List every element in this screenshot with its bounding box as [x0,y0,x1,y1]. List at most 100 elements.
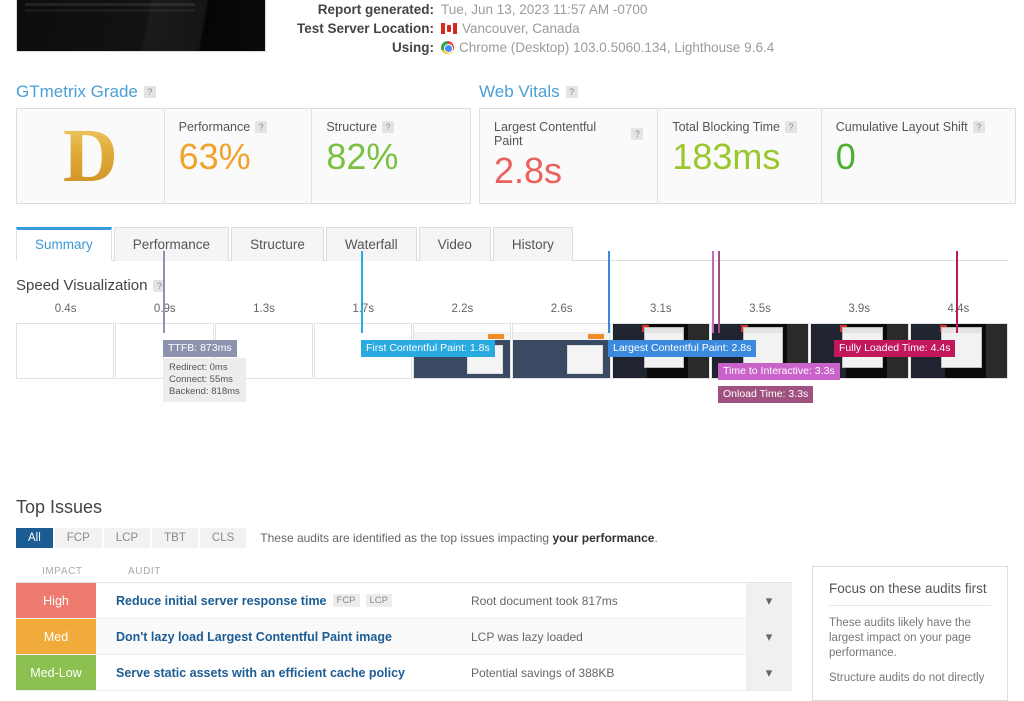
help-icon[interactable]: ? [255,121,268,133]
impact-badge: Med [16,619,96,654]
tab-history[interactable]: History [492,227,573,261]
structure-value: 82% [326,136,399,177]
meta-value: Chrome (Desktop) 103.0.5060.134, Lightho… [441,38,774,57]
filmstrip-frame [512,323,611,379]
marker-line-ttfb [163,251,165,333]
top-issues-title: Top Issues [16,497,103,517]
audit-cell: Reduce initial server response time FCP … [96,583,471,618]
meta-value: Vancouver, Canada [441,19,580,38]
ttfb-backend: Backend: 818ms [169,386,240,397]
note-suffix: . [654,531,658,545]
audit-link[interactable]: Serve static assets with an efficient ca… [116,666,405,680]
focus-audits-panel: Focus on these audits first These audits… [812,566,1008,701]
help-icon[interactable]: ? [143,86,156,98]
audit-cell: Serve static assets with an efficient ca… [96,655,471,690]
help-icon[interactable]: ? [785,121,798,133]
table-row[interactable]: Med Don't lazy load Largest Contentful P… [16,619,792,655]
gtmetrix-grade-label: GTmetrix Grade [16,82,138,101]
performance-value: 63% [178,136,251,177]
tbt-value: 183ms [672,136,781,177]
performance-label-row: Performance ? [179,120,298,134]
audit-tag-fcp: FCP [332,594,360,607]
marker-line-onload [718,251,720,333]
badge-fcp[interactable]: First Contentful Paint: 1.8s [361,340,495,357]
cls-label: Cumulative Layout Shift [835,120,968,134]
tbt-label-row: Total Blocking Time ? [672,120,806,134]
table-row[interactable]: Med-Low Serve static assets with an effi… [16,655,792,691]
grade-cell: D [17,109,165,203]
report-generated-value: Tue, Jun 13, 2023 11:57 AM -0700 [441,2,648,17]
axis-tick: 2.2s [451,303,474,315]
gtmetrix-grade-title: GTmetrix Grade ? [16,82,471,102]
badge-lcp[interactable]: Largest Contentful Paint: 2.8s [608,340,757,357]
marker-line-tti [712,251,714,333]
cls-value: 0 [835,136,856,177]
ttfb-redirect: Redirect: 0ms [169,362,228,373]
performance-label: Performance [178,120,251,134]
note-bold: your performance [552,531,655,545]
flag-canada-icon [441,23,457,34]
audit-description: Potential savings of 388KB [471,665,615,680]
filter-lcp[interactable]: LCP [103,528,151,548]
structure-label: Structure [326,120,378,134]
browser-version-value: Chrome (Desktop) 103.0.5060.134, Lightho… [459,40,775,55]
marker-line-lcp [608,251,610,333]
web-vitals-panel: Web Vitals ? Largest Contentful Paint ? … [479,82,1016,204]
axis-tick: 1.3s [253,303,275,315]
help-icon[interactable]: ? [382,121,395,133]
focus-audits-title: Focus on these audits first [829,581,991,606]
structure-cell: Structure ? 82% [312,109,470,203]
table-header: IMPACT AUDIT [16,566,792,583]
badge-tti[interactable]: Time to Interactive: 3.3s [718,363,840,380]
chevron-down-icon[interactable]: ▾ [746,583,792,618]
audit-link[interactable]: Don't lazy load Largest Contentful Paint… [116,630,392,644]
tab-performance[interactable]: Performance [113,227,230,261]
ttfb-connect: Connect: 55ms [169,374,233,385]
marker-line-fully [956,251,958,333]
filter-fcp[interactable]: FCP [54,528,102,548]
structure-label-row: Structure ? [326,120,456,134]
axis-tick: 3.5s [749,303,771,315]
filter-cls[interactable]: CLS [199,528,247,548]
axis-tick: 3.9s [848,303,871,315]
marker-line-fcp [361,251,363,333]
chevron-down-icon[interactable]: ▾ [746,619,792,654]
axis-tick: 4.4s [947,303,970,315]
badge-onload[interactable]: Onload Time: 3.3s [718,386,814,403]
filter-all[interactable]: All [16,528,53,548]
tab-summary[interactable]: Summary [16,227,112,261]
meta-label: Using: [392,40,434,55]
meta-row-using: Using: Chrome (Desktop) 103.0.5060.134, … [282,38,774,57]
audit-link[interactable]: Reduce initial server response time [116,594,327,608]
focus-audits-paragraph-2: Structure audits do not directly [829,672,985,684]
gtmetrix-grade-panel: GTmetrix Grade ? D Performance ? 63% Str… [16,82,471,204]
help-icon[interactable]: ? [631,128,644,140]
help-icon[interactable]: ? [972,121,985,133]
page-screenshot-thumbnail [16,0,266,52]
table-row[interactable]: High Reduce initial server response time… [16,583,792,619]
chevron-down-icon[interactable]: ▾ [746,655,792,690]
help-icon[interactable]: ? [565,86,578,98]
audit-description: Root document took 817ms [471,593,618,608]
gtmetrix-grade-box: D Performance ? 63% Structure ? 82% [16,108,471,204]
web-vitals-box: Largest Contentful Paint ? 2.8s Total Bl… [479,108,1016,204]
badge-ttfb[interactable]: TTFB: 873ms [163,340,237,357]
web-vitals-title: Web Vitals ? [479,82,1016,102]
lcp-label-row: Largest Contentful Paint ? [494,120,644,148]
top-issues-section: Top Issues All FCP LCP TBT CLS These aud… [16,497,1008,701]
filter-tbt[interactable]: TBT [152,528,198,548]
report-header: Report generated: Tue, Jun 13, 2023 11:5… [0,0,1024,70]
note-prefix: These audits are identified as the top i… [260,531,553,545]
meta-row-report-generated: Report generated: Tue, Jun 13, 2023 11:5… [282,0,774,19]
meta-label: Test Server Location: [296,21,434,36]
scores-section: GTmetrix Grade ? D Performance ? 63% Str… [0,82,1024,204]
frame-screenshot [513,324,610,378]
cls-label-row: Cumulative Layout Shift ? [836,120,1001,134]
tab-structure[interactable]: Structure [231,227,324,261]
speed-visualization-section: Speed Visualization ? 0.4s 0.9s 1.3s 1.7… [16,251,1008,403]
axis-tick: 3.1s [649,303,672,315]
badge-fully-loaded[interactable]: Fully Loaded Time: 4.4s [834,340,956,357]
performance-cell: Performance ? 63% [165,109,313,203]
tab-waterfall[interactable]: Waterfall [325,227,417,261]
tab-video[interactable]: Video [418,227,491,261]
